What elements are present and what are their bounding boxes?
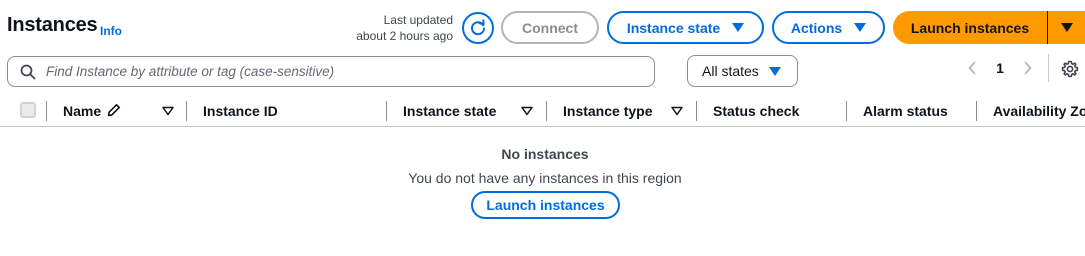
- column-header-instance-state[interactable]: Instance state: [403, 103, 496, 119]
- page-number[interactable]: 1: [984, 60, 1016, 76]
- column-divider: [46, 101, 47, 121]
- ec2-instances-panel: Instances Info Last updated about 2 hour…: [0, 0, 1085, 256]
- gear-icon: [1061, 60, 1079, 78]
- column-header-status-check[interactable]: Status check: [713, 103, 799, 119]
- page-title: Instances: [7, 14, 98, 36]
- chevron-right-icon[interactable]: [1016, 56, 1040, 80]
- last-updated-value: about 2 hours ago: [356, 29, 453, 43]
- sort-down-icon[interactable]: [671, 106, 683, 116]
- search-icon: [20, 64, 36, 79]
- actions-label: Actions: [790, 19, 843, 36]
- chevron-left-icon[interactable]: [960, 56, 984, 80]
- last-updated-label: Last updated: [383, 13, 453, 27]
- select-all-checkbox[interactable]: [20, 102, 36, 118]
- column-divider: [846, 101, 847, 121]
- caret-down-icon: [768, 66, 781, 76]
- column-header-availability-zone[interactable]: Availability Zone: [993, 103, 1085, 119]
- launch-instances-split-button: Launch instances: [893, 11, 1085, 44]
- column-divider: [386, 101, 387, 121]
- empty-state-description: You do not have any instances in this re…: [408, 170, 682, 186]
- column-divider: [186, 101, 187, 121]
- state-filter-select[interactable]: All states: [687, 55, 798, 87]
- table-header: Name Instance ID Instance state Instance…: [0, 98, 1085, 127]
- sort-down-icon[interactable]: [162, 106, 174, 116]
- column-header-instance-type[interactable]: Instance type: [563, 103, 652, 119]
- actions-dropdown[interactable]: Actions: [772, 11, 885, 44]
- caret-down-icon: [1060, 23, 1073, 32]
- column-header-instance-id[interactable]: Instance ID: [203, 103, 278, 119]
- launch-options-dropdown[interactable]: [1048, 11, 1085, 44]
- caret-down-icon: [854, 23, 867, 32]
- empty-state-title: No instances: [501, 146, 589, 162]
- column-header-name[interactable]: Name: [63, 103, 121, 119]
- pagination: 1: [960, 56, 1040, 80]
- launch-instances-button[interactable]: Launch instances: [893, 11, 1048, 44]
- instance-state-label: Instance state: [626, 19, 721, 36]
- info-link[interactable]: Info: [100, 24, 122, 38]
- column-divider: [546, 101, 547, 121]
- pager-divider: [1048, 54, 1049, 82]
- refresh-button[interactable]: [462, 12, 494, 44]
- sort-down-icon[interactable]: [521, 106, 533, 116]
- column-header-alarm-status[interactable]: Alarm status: [863, 103, 948, 119]
- search-input[interactable]: [46, 64, 636, 79]
- search-bar[interactable]: [7, 56, 655, 87]
- connect-button[interactable]: Connect: [501, 11, 599, 44]
- refresh-icon: [471, 19, 485, 36]
- table-settings-button[interactable]: [1058, 57, 1082, 81]
- column-label: Name: [63, 103, 102, 119]
- column-divider: [696, 101, 697, 121]
- instance-state-dropdown[interactable]: Instance state: [607, 11, 764, 44]
- state-filter-value: All states: [702, 63, 759, 79]
- empty-state-launch-button[interactable]: Launch instances: [471, 191, 620, 219]
- pencil-icon: [107, 104, 121, 117]
- caret-down-icon: [732, 23, 745, 32]
- last-updated-text: Last updated about 2 hours ago: [356, 12, 453, 44]
- column-divider: [976, 101, 977, 121]
